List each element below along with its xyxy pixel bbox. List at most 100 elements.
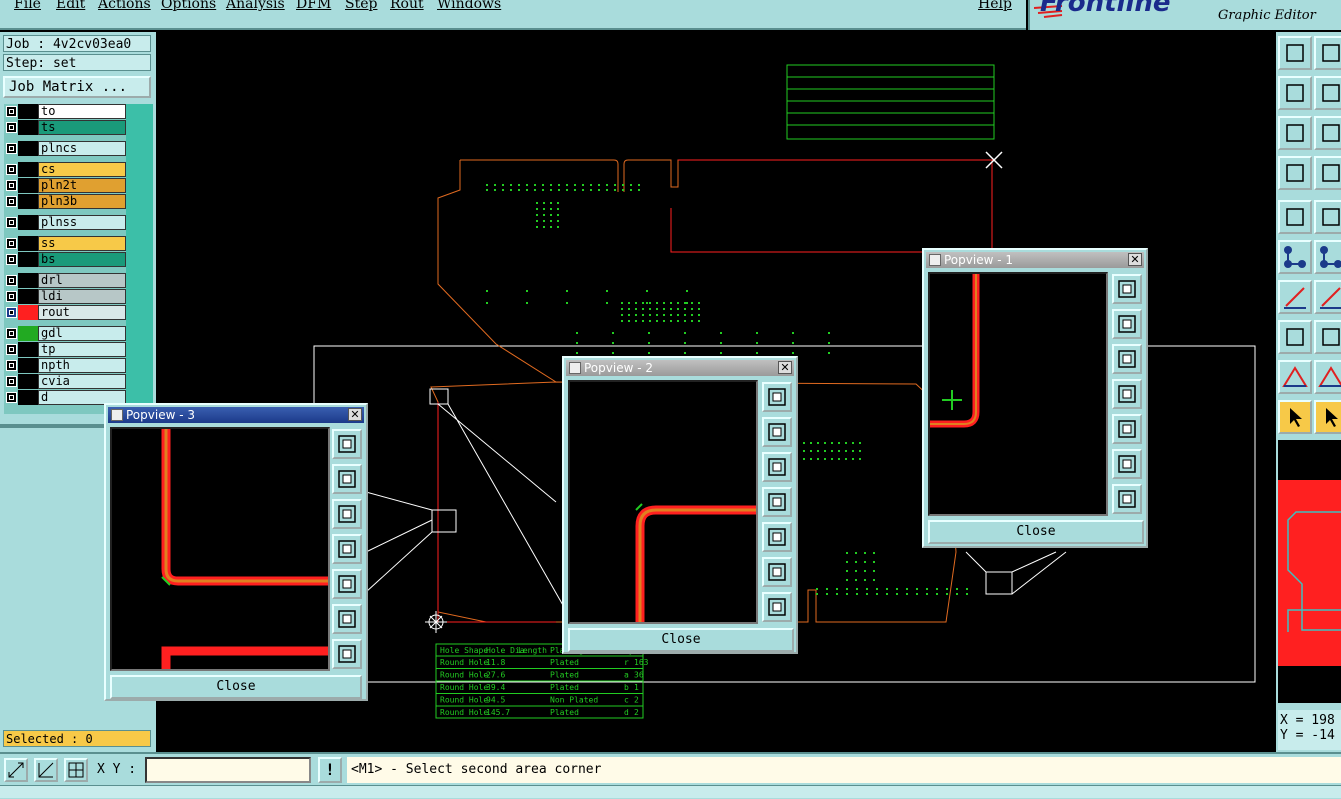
layer-row-cs[interactable]: cs (4, 162, 126, 177)
popview-3[interactable]: Popview - 3 ✕ Close (104, 403, 368, 701)
zoom-fit-icon[interactable] (762, 382, 792, 412)
move-icon[interactable] (1278, 76, 1312, 110)
layer-checkbox[interactable] (6, 254, 17, 265)
layer-checkbox[interactable] (6, 307, 17, 318)
pan-down-icon[interactable] (332, 499, 362, 529)
pointer-icon[interactable] (1278, 400, 1312, 434)
layer-checkbox[interactable] (6, 106, 17, 117)
pan-down-icon[interactable] (762, 452, 792, 482)
layer-checkbox[interactable] (6, 376, 17, 387)
layer-row-tp[interactable]: tp (4, 342, 126, 357)
layer-row-ts[interactable]: ts (4, 120, 126, 135)
select-icon-alt[interactable] (1314, 200, 1341, 234)
pointer-icon-alt[interactable] (1314, 400, 1341, 434)
popview-1-titlebar[interactable]: Popview - 1 ✕ (926, 252, 1144, 268)
layer-row-gdl[interactable]: gdl (4, 326, 126, 341)
layer-row-bs[interactable]: bs (4, 252, 126, 267)
settings-icon[interactable] (1278, 156, 1312, 190)
layer-checkbox[interactable] (6, 238, 17, 249)
layer-checkbox[interactable] (6, 217, 17, 228)
net-icon[interactable] (1278, 240, 1312, 274)
layer-row-plnss[interactable]: plnss (4, 215, 126, 230)
pan-left-icon[interactable] (332, 534, 362, 564)
xy-input[interactable] (145, 757, 311, 783)
layer-checkbox[interactable] (6, 122, 17, 133)
zoom-out-icon[interactable] (1112, 484, 1142, 514)
layer-checkbox[interactable] (6, 360, 17, 371)
layer-checkbox[interactable] (6, 328, 17, 339)
pan-up-icon[interactable] (1112, 309, 1142, 339)
pan-right-icon[interactable] (762, 522, 792, 552)
popview-3-view[interactable] (110, 427, 330, 671)
zoom-out-icon[interactable] (762, 592, 792, 622)
layer-row-plncs[interactable]: plncs (4, 141, 126, 156)
layer-row-pln3b[interactable]: pln3b (4, 194, 126, 209)
menu-dfm[interactable]: DFM (296, 0, 331, 12)
layer-checkbox[interactable] (6, 344, 17, 355)
menu-help[interactable]: Help (978, 0, 1012, 12)
shrink-icon-alt[interactable] (1314, 116, 1341, 150)
layer-checkbox[interactable] (6, 180, 17, 191)
layer-row-drl[interactable]: drl (4, 273, 126, 288)
triangle-icon-alt[interactable] (1314, 360, 1341, 394)
warning-icon[interactable]: ! (318, 757, 342, 783)
popview-1-view[interactable] (928, 272, 1108, 516)
zoom-fit-icon[interactable] (332, 429, 362, 459)
copy-icon[interactable] (1278, 36, 1312, 70)
net-icon-alt[interactable] (1314, 240, 1341, 274)
popview-2-close-button[interactable]: Close (568, 628, 794, 652)
layer-scrollbar[interactable] (126, 104, 153, 424)
pan-up-icon[interactable] (332, 464, 362, 494)
layer-checkbox[interactable] (6, 196, 17, 207)
popview-2-titlebar[interactable]: Popview - 2 ✕ (566, 360, 794, 376)
menu-actions[interactable]: Actions (98, 0, 151, 12)
zoom-in-icon[interactable] (332, 604, 362, 634)
menu-windows[interactable]: Windows (437, 0, 501, 12)
layer-checkbox[interactable] (6, 164, 17, 175)
layer-row-rout[interactable]: rout (4, 305, 126, 320)
popview-2-view[interactable] (568, 380, 758, 624)
triangle-icon[interactable] (1278, 360, 1312, 394)
copy-icon-alt[interactable] (1314, 36, 1341, 70)
popview-1-close-button[interactable]: Close (928, 520, 1144, 544)
menu-step[interactable]: Step (345, 0, 377, 12)
overview-map[interactable] (1278, 440, 1341, 703)
grid-icon[interactable] (64, 758, 88, 782)
layer-checkbox[interactable] (6, 275, 17, 286)
shape-icon-alt[interactable] (1314, 320, 1341, 354)
menu-edit[interactable]: Edit (56, 0, 85, 12)
popview-2[interactable]: Popview - 2 ✕ Close (562, 356, 798, 654)
pan-right-icon[interactable] (1112, 414, 1142, 444)
layer-row-ldi[interactable]: ldi (4, 289, 126, 304)
layer-row-ss[interactable]: ss (4, 236, 126, 251)
move-icon-alt[interactable] (1314, 76, 1341, 110)
pan-down-icon[interactable] (1112, 344, 1142, 374)
pan-left-icon[interactable] (1112, 379, 1142, 409)
zoom-fit-icon[interactable] (1112, 274, 1142, 304)
close-icon[interactable]: ✕ (1128, 253, 1142, 266)
shrink-icon[interactable] (1278, 116, 1312, 150)
menu-file[interactable]: File (14, 0, 41, 12)
zoom-out-icon[interactable] (332, 639, 362, 669)
shape-icon[interactable] (1278, 320, 1312, 354)
popview-3-titlebar[interactable]: Popview - 3 ✕ (108, 407, 364, 423)
close-icon[interactable]: ✕ (348, 408, 362, 421)
menu-analysis[interactable]: Analysis (226, 0, 285, 12)
line-icon-alt[interactable] (1314, 280, 1341, 314)
layer-row-npth[interactable]: npth (4, 358, 126, 373)
zoom-in-icon[interactable] (1112, 449, 1142, 479)
snap-icon[interactable] (34, 758, 58, 782)
close-icon[interactable]: ✕ (778, 361, 792, 374)
pan-right-icon[interactable] (332, 569, 362, 599)
menu-rout[interactable]: Rout (390, 0, 424, 12)
layer-checkbox[interactable] (6, 143, 17, 154)
zoom-in-icon[interactable] (762, 557, 792, 587)
layer-checkbox[interactable] (6, 291, 17, 302)
layer-row-pln2t[interactable]: pln2t (4, 178, 126, 193)
pan-left-icon[interactable] (762, 487, 792, 517)
menu-options[interactable]: Options (161, 0, 216, 12)
popview-3-close-button[interactable]: Close (110, 675, 362, 699)
pan-up-icon[interactable] (762, 417, 792, 447)
layer-row-cvia[interactable]: cvia (4, 374, 126, 389)
settings-icon-alt[interactable] (1314, 156, 1341, 190)
